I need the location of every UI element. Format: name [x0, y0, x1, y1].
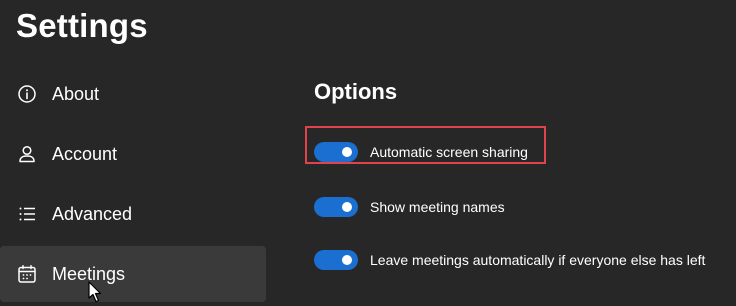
- option-label: Leave meetings automatically if everyone…: [370, 252, 706, 268]
- sidebar-item-label: Advanced: [52, 203, 133, 224]
- options-panel: Options Automatic screen sharing Show me…: [305, 72, 734, 270]
- option-leave-meetings-automatically: Leave meetings automatically if everyone…: [314, 248, 705, 272]
- show-meeting-names-toggle[interactable]: [314, 197, 358, 217]
- settings-window: Settings About Account Advanced Meetings…: [0, 0, 736, 306]
- sidebar-item-label: About: [52, 83, 100, 104]
- sidebar: About Account Advanced Meetings: [0, 64, 268, 306]
- toggle-knob: [342, 147, 352, 157]
- calendar-icon: [17, 264, 37, 284]
- option-show-meeting-names: Show meeting names: [314, 195, 505, 219]
- info-icon: [17, 84, 37, 104]
- toggle-knob: [342, 255, 352, 265]
- sidebar-item-account[interactable]: Account: [0, 126, 268, 182]
- section-title: Options: [314, 79, 398, 104]
- automatic-screen-sharing-toggle[interactable]: [314, 142, 358, 162]
- mouse-cursor-icon: [88, 281, 102, 303]
- sidebar-item-meetings[interactable]: Meetings: [0, 246, 266, 302]
- list-icon: [17, 204, 37, 224]
- page-title: Settings: [16, 7, 148, 44]
- sidebar-item-about[interactable]: About: [0, 66, 268, 122]
- option-label: Automatic screen sharing: [370, 144, 528, 160]
- option-automatic-screen-sharing: Automatic screen sharing: [305, 126, 546, 164]
- option-label: Show meeting names: [370, 199, 505, 215]
- leave-meetings-automatically-toggle[interactable]: [314, 250, 358, 270]
- sidebar-item-advanced[interactable]: Advanced: [0, 186, 268, 242]
- toggle-knob: [342, 202, 352, 212]
- account-icon: [17, 144, 37, 164]
- sidebar-item-label: Account: [52, 143, 118, 164]
